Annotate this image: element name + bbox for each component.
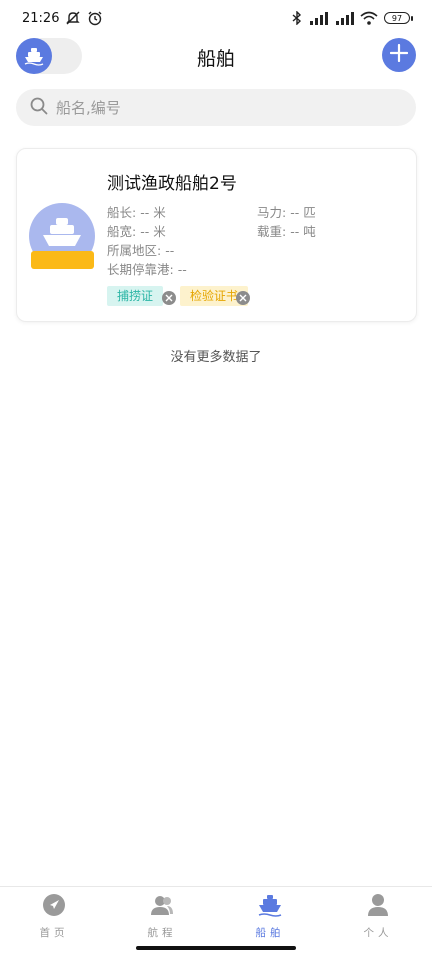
search-input[interactable]: [56, 98, 376, 117]
status-time: 21:26: [22, 10, 60, 26]
load-label: 载重:: [257, 224, 287, 239]
nav-label-ships: 船舶: [255, 927, 285, 939]
nav-label-voyage: 航程: [147, 927, 177, 939]
add-ship-button[interactable]: [382, 38, 416, 72]
navigation-arrow-icon: [42, 893, 66, 921]
width-label: 船宽:: [107, 224, 137, 239]
nav-label-home: 首页: [39, 927, 69, 939]
ship-load: 载重: -- 吨: [257, 221, 316, 240]
ship-region: 所属地区: --: [107, 240, 174, 259]
port-value: --: [177, 262, 187, 277]
port-label: 长期停靠港:: [107, 262, 174, 277]
power-value: -- 匹: [290, 205, 316, 220]
nav-item-home[interactable]: 首页: [0, 893, 108, 945]
search-bar[interactable]: [16, 89, 416, 126]
nav-item-voyage[interactable]: 航程: [108, 893, 216, 945]
region-value: --: [165, 243, 175, 258]
length-label: 船长:: [107, 205, 137, 220]
plus-icon: [389, 43, 409, 66]
battery-level: 97: [391, 13, 403, 23]
nav-label-profile: 个人: [363, 927, 393, 939]
list-end-message: 没有更多数据了: [170, 350, 262, 365]
people-icon: [150, 893, 174, 921]
battery-indicator: 97: [384, 12, 413, 24]
nav-item-ships[interactable]: 船舶: [216, 893, 324, 945]
avatar-band: [31, 251, 94, 269]
ship-name: 测试渔政船舶2号: [107, 174, 237, 194]
signal-icon: [308, 11, 328, 25]
signal-icon: [334, 11, 354, 25]
length-value: -- 米: [140, 205, 166, 220]
search-icon: [30, 97, 48, 119]
bluetooth-icon: [292, 11, 302, 25]
region-label: 所属地区:: [107, 243, 162, 258]
width-value: -- 米: [140, 224, 166, 239]
load-value: -- 吨: [290, 224, 316, 239]
power-label: 马力:: [257, 205, 287, 220]
ship-port: 长期停靠港: --: [107, 259, 187, 278]
status-bar: 21:26 97: [0, 0, 432, 36]
ship-icon: [257, 893, 283, 921]
close-icon[interactable]: [162, 291, 176, 305]
wifi-icon: [360, 11, 378, 25]
ship-card[interactable]: 测试渔政船舶2号 船长: -- 米 马力: -- 匹 船宽: -- 米 载重: …: [16, 148, 417, 322]
close-icon[interactable]: [236, 291, 250, 305]
ship-power: 马力: -- 匹: [257, 202, 316, 221]
nav-item-profile[interactable]: 个人: [324, 893, 432, 945]
page-title: 船舶: [196, 48, 235, 70]
home-indicator: [136, 946, 296, 950]
ship-length: 船长: -- 米: [107, 202, 166, 221]
tag-fishing-license[interactable]: 捕捞证: [107, 286, 164, 306]
mute-icon: [65, 10, 81, 26]
header: 船舶: [0, 38, 432, 74]
ship-width: 船宽: -- 米: [107, 221, 166, 240]
person-icon: [366, 893, 390, 921]
alarm-icon: [87, 10, 103, 26]
